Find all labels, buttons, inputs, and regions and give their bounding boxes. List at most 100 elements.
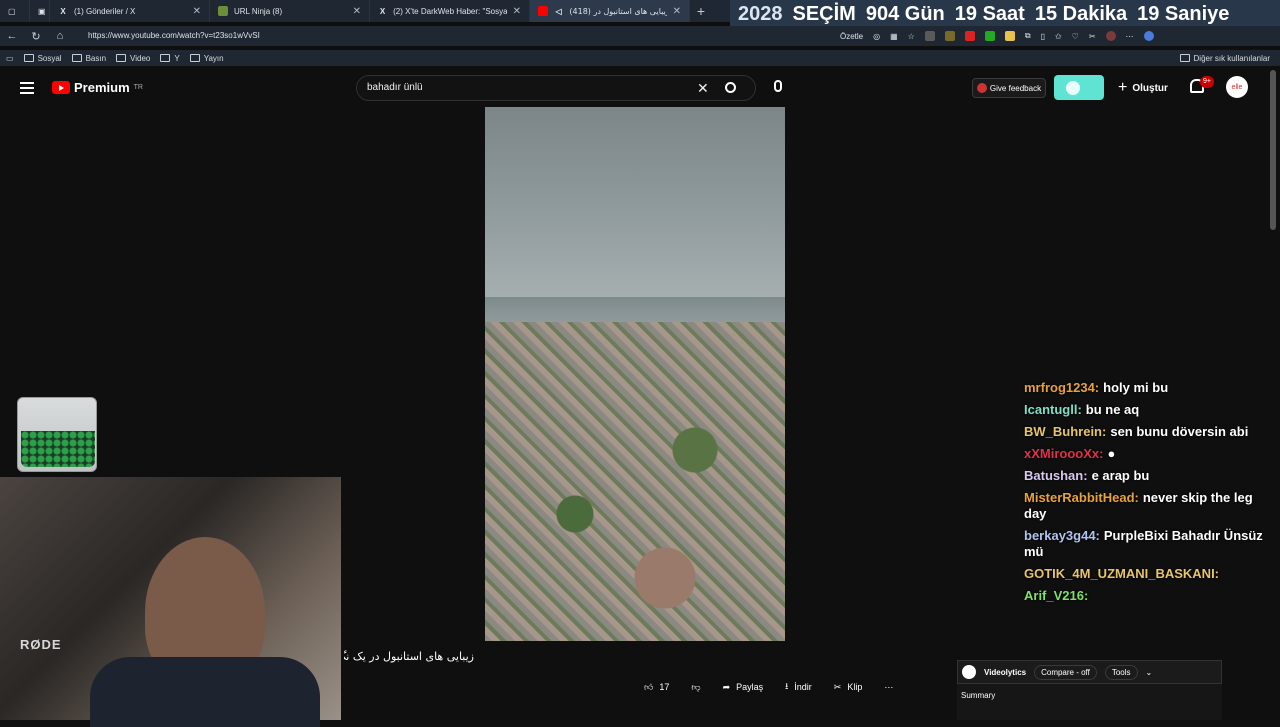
extension-icon[interactable] xyxy=(944,31,955,41)
countdown-seconds: 19 Saniye xyxy=(1137,2,1230,25)
search-value: bahadır ünlü xyxy=(367,82,423,93)
marble-jar-overlay xyxy=(17,397,97,472)
tab-youtube-active[interactable]: ◁ (418) زیبایی های استانبول در ✕ xyxy=(530,0,690,22)
chevron-down-icon[interactable]: ⌄ xyxy=(1146,668,1153,677)
tools-dropdown[interactable]: Tools xyxy=(1104,664,1138,680)
tab-url-ninja[interactable]: URL Ninja (8) ✕ xyxy=(210,0,370,22)
chat-message: mrfrog1234: holy mi bu xyxy=(1024,380,1269,396)
search-input[interactable]: bahadır ünlü ✕ xyxy=(356,75,756,101)
give-feedback-button[interactable]: Give feedback xyxy=(972,78,1046,98)
new-tab-button[interactable]: + xyxy=(690,0,712,22)
dislike-button[interactable]: 👎︎ xyxy=(691,682,700,693)
clip-button[interactable]: ✂ Klip xyxy=(834,682,863,693)
more-actions-button[interactable]: ⋯ xyxy=(884,682,893,693)
chat-user: BW_Buhrein: xyxy=(1024,424,1107,439)
extensions-puzzle-icon[interactable]: ⧉ xyxy=(1025,31,1031,41)
extension-icon[interactable] xyxy=(924,31,935,41)
like-count: 17 xyxy=(659,682,670,692)
videolytics-name: Videolytics xyxy=(984,667,1027,677)
read-aloud-icon[interactable]: ◎ xyxy=(873,32,880,41)
youtube-premium-logo[interactable]: Premium TR xyxy=(52,80,143,95)
download-label: İndir xyxy=(794,682,812,692)
hamburger-menu-icon[interactable] xyxy=(20,82,34,94)
chat-text: e arap bu xyxy=(1091,468,1150,483)
other-favorites-folder[interactable]: Diğer sık kullanılanlar xyxy=(1179,50,1270,66)
summarize-button[interactable]: Özetle xyxy=(840,32,863,41)
microphone-brand: RØDE xyxy=(20,637,62,652)
share-button[interactable]: ➦ Paylaş xyxy=(723,682,764,693)
plus-icon: + xyxy=(1118,79,1128,96)
tab-title: (1) Gönderiler / X xyxy=(74,6,136,16)
download-button[interactable]: ⭳ İndir xyxy=(785,679,812,695)
bookmark-folder-y[interactable]: Y xyxy=(160,54,180,63)
bookmark-label: Sosyal xyxy=(37,53,62,63)
create-button[interactable]: + Oluştur xyxy=(1118,79,1168,97)
chat-message: xXMiroooXx: ● xyxy=(1024,446,1269,462)
thumbs-down-icon: 👎︎ xyxy=(691,681,701,692)
extension-toggle[interactable] xyxy=(1054,75,1104,100)
chat-user: Batushan: xyxy=(1024,468,1088,483)
address-bar-row: ← ↻ ⌂ https://www.youtube.com/watch?v=t2… xyxy=(0,26,1280,46)
chat-text: holy mi bu xyxy=(1103,380,1169,395)
collections-icon[interactable]: ♡ xyxy=(1072,32,1079,41)
folder-icon xyxy=(23,54,34,62)
bookmark-folder-basin[interactable]: Basın xyxy=(71,53,107,63)
chat-message: Icantugll: bu ne aq xyxy=(1024,402,1269,418)
tab-darkweb[interactable]: X (2) X'te DarkWeb Haber: "Sosyal m ✕ xyxy=(370,0,530,22)
chat-user: GOTIK_4M_UZMANI_BASKANI: xyxy=(1024,566,1220,581)
split-screen-icon[interactable]: ▯ xyxy=(1041,32,1045,41)
close-tab-icon[interactable]: ✕ xyxy=(193,6,201,17)
back-icon[interactable]: ← xyxy=(0,30,24,42)
clear-search-icon[interactable]: ✕ xyxy=(697,76,709,100)
like-button[interactable]: 👍︎ 17 xyxy=(644,682,669,693)
page-scrollbar[interactable] xyxy=(1270,70,1276,230)
x-icon: X xyxy=(379,6,386,16)
chat-message: Batushan: e arap bu xyxy=(1024,468,1269,484)
bookmark-label: Basın xyxy=(85,53,107,63)
youtube-play-icon xyxy=(52,81,70,94)
close-tab-icon[interactable]: ✕ xyxy=(513,6,521,17)
stream-chat-overlay: mrfrog1234: holy mi bu Icantugll: bu ne aq… xyxy=(1024,380,1269,610)
video-player[interactable] xyxy=(485,107,785,641)
workspaces-icon[interactable]: ▢ xyxy=(0,0,30,22)
videolytics-logo-icon xyxy=(962,665,976,679)
webcam-overlay: RØDE xyxy=(0,477,341,727)
close-tab-icon[interactable]: ✕ xyxy=(353,6,361,17)
chat-user: mrfrog1234: xyxy=(1024,380,1100,395)
chat-text: sen bunu döversin abi xyxy=(1110,424,1249,439)
share-label: Paylaş xyxy=(736,682,764,692)
favorite-star-icon[interactable]: ☆ xyxy=(908,32,915,41)
account-avatar[interactable]: elle xyxy=(1226,76,1248,98)
copilot-icon[interactable] xyxy=(1143,31,1154,41)
chat-message: Arif_V216: xyxy=(1024,588,1269,604)
voice-search-icon[interactable] xyxy=(774,80,782,92)
countdown-minutes: 15 Dakika xyxy=(1034,2,1128,25)
extension-icon[interactable] xyxy=(1004,31,1015,41)
compare-toggle[interactable]: Compare - off xyxy=(1034,664,1097,680)
extension-icon[interactable] xyxy=(964,31,975,41)
streamer-shirt xyxy=(90,657,320,727)
search-icon[interactable] xyxy=(725,82,736,93)
home-icon[interactable]: ⌂ xyxy=(48,30,72,42)
grid-icon[interactable]: ▦ xyxy=(890,32,898,41)
screenshot-icon[interactable]: ✂ xyxy=(1089,32,1096,41)
bookmark-tab-icon[interactable]: ▭ xyxy=(6,54,14,63)
speaker-icon[interactable]: ◁ xyxy=(554,6,564,16)
profile-avatar-icon[interactable] xyxy=(1105,31,1116,41)
bookmark-folder-sosyal[interactable]: Sosyal xyxy=(23,53,62,63)
favorites-icon[interactable]: ✩ xyxy=(1055,32,1062,41)
extension-icon[interactable] xyxy=(984,31,995,41)
close-tab-icon[interactable]: ✕ xyxy=(673,6,681,17)
bookmark-folder-yayin[interactable]: Yayın xyxy=(189,54,224,63)
x-icon: X xyxy=(60,6,66,16)
video-actions: 👍︎ 17 👎︎ ➦ Paylaş ⭳ İndir ✂ Klip ⋯ xyxy=(644,678,893,696)
region-code: TR xyxy=(133,84,143,91)
ninja-icon xyxy=(218,6,228,16)
bookmark-folder-video[interactable]: Video xyxy=(116,54,150,63)
tab-x-posts[interactable]: X (1) Gönderiler / X ✕ xyxy=(50,0,210,22)
video-frame-sky xyxy=(485,107,785,307)
tab-actions-icon[interactable]: ▣ xyxy=(30,0,50,22)
url-field[interactable]: https://www.youtube.com/watch?v=t23so1wV… xyxy=(88,26,260,46)
browser-menu-icon[interactable]: ⋯ xyxy=(1126,32,1134,41)
reload-icon[interactable]: ↻ xyxy=(24,30,48,43)
